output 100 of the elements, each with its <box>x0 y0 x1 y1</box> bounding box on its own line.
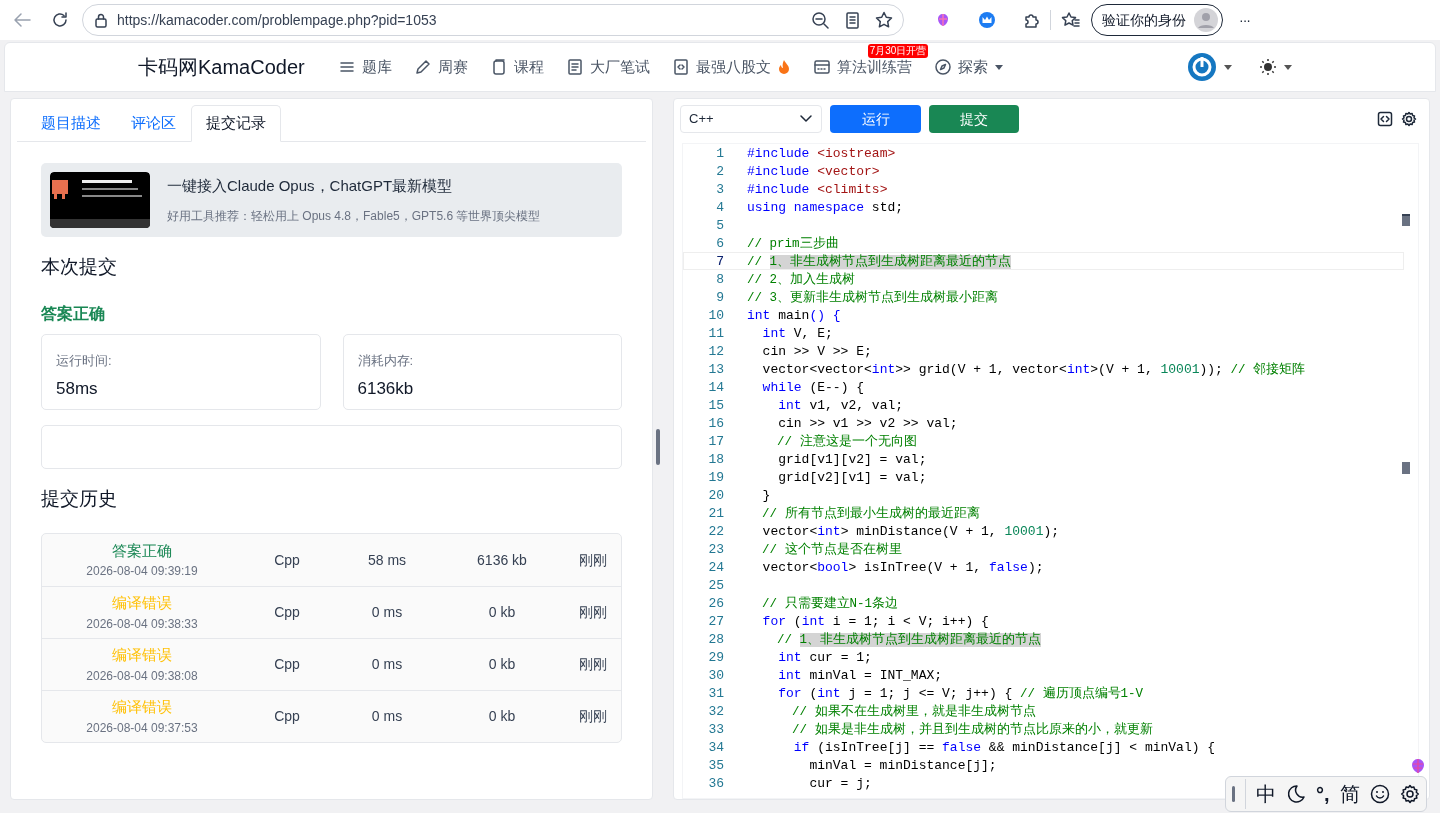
line-number: 28 <box>707 631 724 647</box>
line-number: 27 <box>707 613 724 629</box>
url-text: https://kamacoder.com/problempage.php?pid=1053 <box>117 10 438 30</box>
ime-mode-button[interactable]: 中 <box>1256 779 1276 809</box>
run-button[interactable]: 运行 <box>830 105 921 133</box>
compass-icon <box>933 58 952 76</box>
star-icon[interactable] <box>875 11 893 29</box>
code-line: // 1、非生成树节点到生成树距离最近的节点 <box>776 631 1042 647</box>
line-number: 29 <box>707 649 724 665</box>
line-number: 25 <box>707 577 724 593</box>
scrollbar-marker <box>1402 214 1410 226</box>
code-line: vector<vector<int>> grid(V + 1, vector<int>(V + 1, 10001)); // 邻接矩阵 <box>761 361 1305 377</box>
favorites-icon[interactable] <box>1061 11 1081 29</box>
code-line: // prim三步曲 <box>747 235 839 251</box>
moon-icon[interactable] <box>1286 784 1306 804</box>
reader-icon[interactable] <box>843 11 861 29</box>
brain-icon[interactable] <box>1409 757 1427 775</box>
smiley-icon[interactable] <box>1369 784 1390 804</box>
table-cell-text: 0 ms <box>370 655 404 674</box>
user-menu[interactable] <box>1187 52 1233 82</box>
table-cell-text: 0 kb <box>487 603 517 622</box>
status-text: 编译错误 <box>112 645 172 666</box>
code-line: int main() { <box>747 307 841 323</box>
status-text: 编译错误 <box>112 697 172 718</box>
line-number: 1 <box>715 145 724 161</box>
nav-link[interactable]: 课程 <box>489 55 544 79</box>
nav-link[interactable]: 算法训练营 <box>812 55 912 79</box>
theme-menu[interactable] <box>1259 58 1293 76</box>
code-line: int v1, v2, val; <box>777 397 904 413</box>
puzzle-icon[interactable] <box>1022 11 1040 29</box>
table-cell-text: 刚刚 <box>578 707 608 726</box>
tab[interactable]: 评论区 <box>116 105 191 141</box>
nav-link[interactable]: 题库 <box>337 55 392 79</box>
pencil-icon <box>413 58 432 76</box>
line-number: 31 <box>707 685 724 701</box>
document-icon <box>565 58 584 76</box>
line-number: 7 <box>715 253 724 269</box>
line-number: 20 <box>707 487 724 503</box>
submit-button[interactable]: 提交 <box>929 105 1019 133</box>
splitter-handle[interactable] <box>656 429 660 465</box>
line-number: 3 <box>715 181 724 197</box>
line-number: 32 <box>707 703 724 719</box>
sun-icon <box>1259 58 1277 76</box>
power-logo-icon <box>1187 52 1217 82</box>
code-line: vector<bool> isInTree(V + 1, false); <box>761 559 1044 575</box>
line-number: 14 <box>707 379 724 395</box>
back-icon[interactable] <box>12 10 32 30</box>
code-line: cin >> v1 >> v2 >> val; <box>777 415 958 431</box>
timestamp: 2026-08-04 09:39:19 <box>86 563 198 581</box>
timestamp: 2026-08-04 09:38:33 <box>86 615 198 633</box>
nav-link[interactable]: 探索 <box>933 55 1004 79</box>
line-number: 4 <box>715 199 724 215</box>
table-cell-text: 58 ms <box>366 550 408 570</box>
section-heading: 提交历史 <box>41 486 118 511</box>
tab[interactable]: 提交记录 <box>191 105 281 142</box>
code-line: // 1、非生成树节点到生成树距离最近的节点 <box>747 253 1012 269</box>
code-line: int V, E; <box>761 325 833 341</box>
ad-banner[interactable]: 一键接入Claude Opus，ChatGPT最新模型 好用工具推荐：轻松用上 Opus 4.8，Fable5，GPT5.6 等世界顶尖模型 <box>41 163 622 237</box>
table-cell-text: 刚刚 <box>578 603 608 622</box>
code-line: // 注意这是一个无向图 <box>776 433 917 449</box>
zoom-out-icon[interactable] <box>811 11 829 29</box>
table-cell-text: 0 kb <box>487 655 517 674</box>
code-line: // 这个节点是否在树里 <box>761 541 902 557</box>
table-cell-text: 0 ms <box>370 707 404 726</box>
nav-link[interactable]: 大厂笔试 <box>565 55 650 79</box>
table-cell-text: 0 kb <box>487 707 517 726</box>
crown-icon[interactable] <box>978 11 996 29</box>
code-line: // 如果是非生成树，并且到生成树的节点比原来的小，就更新 <box>791 721 1153 737</box>
table-cell-text: 刚刚 <box>578 550 608 570</box>
status-text: 答案正确 <box>112 540 172 561</box>
code-icon[interactable] <box>1377 111 1393 127</box>
nav-link[interactable]: 周赛 <box>413 55 468 79</box>
line-number: 30 <box>707 667 724 683</box>
code-line: // 所有节点到最小生成树的最近距离 <box>761 505 980 521</box>
code-file-icon <box>671 58 690 76</box>
line-number: 16 <box>707 415 724 431</box>
settings-icon[interactable] <box>1401 111 1417 127</box>
line-number: 5 <box>715 217 724 233</box>
line-number: 12 <box>707 343 724 359</box>
table-cell-text: Cpp <box>273 655 301 674</box>
settings-icon[interactable] <box>1399 784 1420 804</box>
code-line: if (isInTree[j] == false && minDistance[j] < minVal) { <box>792 739 1216 755</box>
lock-icon <box>93 12 109 28</box>
line-number: 23 <box>707 541 724 557</box>
line-number: 13 <box>707 361 724 377</box>
punctuation-button[interactable]: °, <box>1316 779 1330 809</box>
line-number: 18 <box>707 451 724 467</box>
refresh-icon[interactable] <box>50 10 70 30</box>
event-badge: 7月30日开营 <box>867 43 929 58</box>
calendar-icon <box>812 58 831 76</box>
site-logo[interactable]: 卡码网KamaCoder <box>138 52 305 82</box>
code-line: minVal = minDistance[j]; <box>808 757 997 773</box>
language-select[interactable]: C++ <box>680 105 822 133</box>
simplified-button[interactable]: 简 <box>1339 779 1360 809</box>
code-line: #include <vector> <box>747 163 880 179</box>
code-line: #include <iostream> <box>747 145 896 161</box>
tab[interactable]: 题目描述 <box>26 105 116 141</box>
code-line: // 3、更新非生成树节点到生成树最小距离 <box>747 289 998 305</box>
nav-link[interactable]: 最强八股文 <box>671 55 791 79</box>
more-button[interactable]: ··· <box>1239 9 1250 31</box>
